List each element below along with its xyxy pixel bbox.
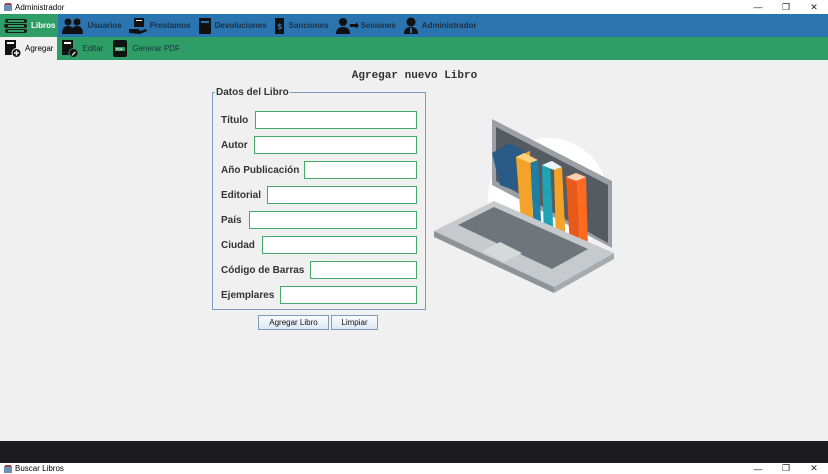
minimize-button[interactable]: — xyxy=(744,463,772,474)
edit-book-icon xyxy=(62,40,79,58)
second-window-titlebar: Buscar Libros — ❐ ✕ xyxy=(0,463,828,474)
books-icon xyxy=(4,18,27,33)
add-book-button[interactable]: Agregar Libro xyxy=(258,315,329,330)
menu-item-label: Usuarios xyxy=(87,21,122,30)
field-codigo-barras: Código de Barras xyxy=(221,261,417,279)
field-pais: País xyxy=(221,211,417,229)
form-legend: Datos del Libro xyxy=(216,87,289,98)
minimize-button[interactable]: — xyxy=(744,0,772,14)
users-icon xyxy=(62,18,84,34)
maximize-button[interactable]: ❐ xyxy=(772,0,800,14)
book-data-form: Datos del Libro Título Autor Año Publica… xyxy=(212,87,426,310)
field-label: Editorial xyxy=(221,189,262,201)
field-titulo: Título xyxy=(221,111,417,129)
loan-icon xyxy=(128,17,147,34)
field-label: Ciudad xyxy=(221,239,255,251)
svg-text:PDF: PDF xyxy=(116,47,123,51)
window-title: Administrador xyxy=(15,2,65,12)
pais-input[interactable] xyxy=(249,211,417,229)
maximize-button[interactable]: ❐ xyxy=(772,463,800,474)
session-icon xyxy=(335,17,359,34)
menu-item-label: Devoluciones xyxy=(214,21,267,30)
window-title: Buscar Libros xyxy=(15,464,64,473)
editorial-input[interactable] xyxy=(267,186,417,204)
field-label: Título xyxy=(221,114,249,126)
taskbar xyxy=(0,441,828,463)
menu-item-label: Libros xyxy=(31,21,56,30)
ciudad-input[interactable] xyxy=(262,236,417,254)
menu-item-libros[interactable]: Libros xyxy=(0,14,59,37)
menu-item-devoluciones[interactable]: Devoluciones xyxy=(194,14,270,37)
menu-item-label: Sanciones xyxy=(288,21,329,30)
tab-label: Generar PDF xyxy=(132,44,180,53)
field-ano-publicacion: Año Publicación xyxy=(221,161,417,179)
window-titlebar: Administrador — ❐ ✕ xyxy=(0,0,828,14)
field-autor: Autor xyxy=(221,136,417,154)
ano-publicacion-input[interactable] xyxy=(304,161,417,179)
field-label: Autor xyxy=(221,139,248,151)
field-label: País xyxy=(221,214,242,226)
tab-editar[interactable]: Editar xyxy=(57,37,107,60)
field-label: Ejemplares xyxy=(221,289,275,301)
page-title: Agregar nuevo Libro xyxy=(351,70,478,82)
sanction-icon: $ xyxy=(274,17,284,34)
codigo-barras-input[interactable] xyxy=(310,261,417,279)
admin-icon xyxy=(403,17,418,34)
menu-item-label: Sesiones xyxy=(360,21,396,30)
menu-item-label: Prestamos xyxy=(149,21,191,30)
svg-text:$: $ xyxy=(277,22,283,31)
field-ciudad: Ciudad xyxy=(221,236,417,254)
menu-item-label: Administrador xyxy=(421,21,477,30)
clear-button[interactable]: Limpiar xyxy=(331,315,378,330)
tab-label: Agregar xyxy=(25,44,54,53)
app-icon xyxy=(4,3,12,11)
close-button[interactable]: ✕ xyxy=(800,463,828,474)
close-button[interactable]: ✕ xyxy=(800,0,828,14)
main-menubar: Libros Usuarios Prestamos Devoluciones $… xyxy=(0,14,828,37)
field-editorial: Editorial xyxy=(221,186,417,204)
titulo-input[interactable] xyxy=(255,111,417,129)
sub-toolbar: Agregar Editar PDF Generar PDF xyxy=(0,37,828,60)
tab-label: Editar xyxy=(82,44,104,53)
add-book-icon xyxy=(5,40,22,58)
tab-generar-pdf[interactable]: PDF Generar PDF xyxy=(107,37,184,60)
menu-item-sesiones[interactable]: Sesiones xyxy=(332,14,399,37)
menu-item-prestamos[interactable]: Prestamos xyxy=(125,14,194,37)
return-book-icon xyxy=(198,17,211,34)
app-icon xyxy=(4,464,12,473)
field-label: Código de Barras xyxy=(221,264,305,276)
laptop-books-illustration xyxy=(434,119,614,293)
menu-item-administrador[interactable]: Administrador xyxy=(399,14,480,37)
ejemplares-input[interactable] xyxy=(280,286,417,304)
pdf-icon: PDF xyxy=(113,40,128,57)
tab-agregar[interactable]: Agregar xyxy=(0,37,58,60)
menu-item-sanciones[interactable]: $ Sanciones xyxy=(270,14,332,37)
autor-input[interactable] xyxy=(254,136,417,154)
field-label: Año Publicación xyxy=(221,164,300,176)
menu-item-usuarios[interactable]: Usuarios xyxy=(58,14,124,37)
field-ejemplares: Ejemplares xyxy=(221,286,417,304)
